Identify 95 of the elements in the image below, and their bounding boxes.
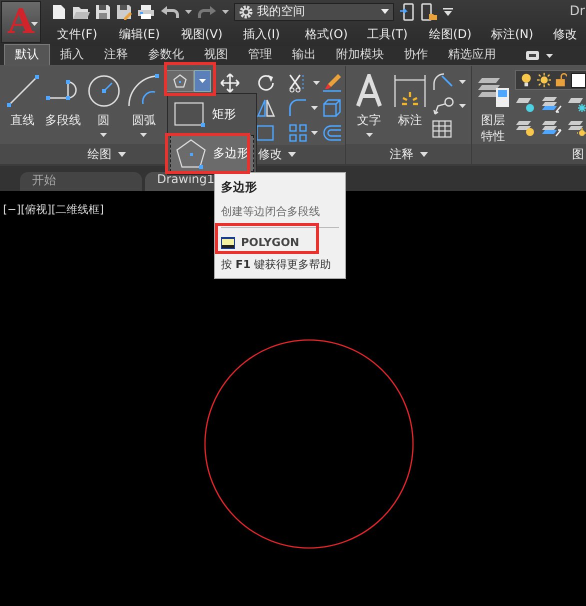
lightbulb-icon (520, 72, 533, 88)
caret-icon[interactable] (222, 10, 229, 14)
caret-icon[interactable] (185, 10, 192, 14)
layer-sun-icon[interactable] (567, 120, 586, 138)
circle-icon (86, 74, 121, 108)
array-icon[interactable] (288, 122, 308, 142)
table-icon[interactable] (432, 120, 452, 138)
caret-icon (100, 133, 108, 137)
ribbon-tab[interactable]: 输出 (282, 45, 326, 65)
ribbon-tool-button[interactable]: 多段线 (44, 70, 82, 144)
save-icon[interactable] (95, 4, 111, 20)
caret-icon (381, 9, 389, 14)
line-icon (6, 74, 40, 108)
menu-item[interactable]: 工具(T) (367, 26, 429, 42)
rotate-icon[interactable] (256, 72, 276, 92)
pentagon-icon (175, 138, 207, 168)
menu-item[interactable]: 编辑(E) (119, 26, 181, 42)
rectangle-icon (174, 102, 206, 128)
phone-folder-icon[interactable] (420, 2, 438, 20)
workspace-dropdown[interactable]: 我的空间 (234, 2, 394, 20)
customize-caret-icon[interactable] (443, 8, 453, 16)
sun-icon (536, 72, 551, 88)
ribbon-tool-button[interactable]: 圆弧 (125, 70, 163, 144)
ribbon-tab[interactable]: 管理 (238, 45, 282, 65)
caret-icon (366, 133, 372, 137)
ribbon-tool-button[interactable]: 标注 (391, 70, 429, 144)
layer-bulb-icon[interactable] (515, 96, 537, 114)
command-name: POLYGON (241, 236, 300, 249)
leader-icon[interactable] (432, 96, 456, 116)
ribbon-tab[interactable]: 插入 (50, 45, 94, 65)
pentagon-icon (172, 73, 188, 89)
viewport-label[interactable]: [−][俯视][二维线框] (3, 202, 104, 217)
panel-title[interactable]: 图 (572, 146, 584, 163)
panel-title[interactable]: 绘图 (88, 146, 112, 162)
layer-state-bar[interactable] (515, 70, 586, 90)
menu-item[interactable]: 视图(V) (181, 26, 243, 42)
layer-snowflake-icon[interactable] (567, 96, 586, 114)
ribbon-tool-button[interactable]: 圆 (84, 70, 122, 144)
menu-item[interactable]: 修改 (553, 26, 586, 42)
dimension-icon (393, 74, 427, 108)
flyout-item[interactable]: 矩形 (170, 96, 254, 133)
color-swatch (571, 72, 586, 88)
ribbon-tab[interactable]: 协作 (394, 45, 438, 65)
help-hint: 按 F1 键获得更多帮助 (221, 257, 332, 272)
highlight-frame (164, 62, 216, 96)
stretch-icon[interactable] (256, 122, 276, 142)
new-file-icon[interactable] (51, 4, 67, 20)
mirror-icon[interactable] (256, 98, 276, 118)
ribbon-tab[interactable]: 附加模块 (326, 45, 394, 65)
ribbon-tab[interactable]: 视图 (194, 45, 238, 65)
caret-icon[interactable] (313, 80, 320, 84)
printer-icon[interactable] (137, 4, 155, 20)
eraser-icon[interactable] (322, 72, 342, 92)
layer-arrow-icon[interactable] (541, 96, 563, 114)
ribbon-tab[interactable]: 精选应用 (438, 45, 506, 65)
ribbon-tab[interactable]: 注释 (94, 45, 138, 65)
cube-icon[interactable] (322, 98, 342, 118)
ribbon-tool-button[interactable]: 文字 (350, 70, 388, 144)
menu-item[interactable]: 插入(I) (243, 26, 305, 42)
menu-item[interactable]: 文件(F) (57, 26, 119, 42)
offset-icon[interactable] (322, 122, 342, 142)
caret-icon[interactable] (459, 104, 466, 108)
gear-icon (239, 4, 253, 18)
window-title: Dr (570, 4, 585, 19)
ribbon-tab[interactable]: 默认 (4, 44, 50, 65)
caret-icon (140, 133, 148, 137)
panel-title[interactable]: 注释 (390, 146, 414, 162)
caret-icon[interactable] (118, 152, 126, 156)
layer-arrow-icon[interactable] (541, 120, 563, 138)
caret-icon[interactable] (420, 152, 428, 156)
phone-share-icon[interactable] (399, 2, 415, 20)
fillet-icon[interactable] (288, 98, 308, 118)
panel-icon (526, 51, 542, 61)
undo-icon[interactable] (160, 4, 180, 18)
caret-icon[interactable] (311, 106, 318, 110)
save-as-icon[interactable] (116, 4, 132, 20)
caret-icon (199, 79, 206, 83)
document-tab[interactable]: 开始 (20, 172, 142, 191)
menu-item[interactable]: 绘图(D) (429, 26, 491, 42)
caret-icon[interactable] (288, 152, 296, 157)
menu-item[interactable]: 标注(N) (491, 26, 553, 42)
ribbon-tool-button[interactable]: 图层特性 (476, 70, 510, 144)
ribbon-tab[interactable]: 参数化 (138, 45, 194, 65)
menu-item[interactable]: 格式(O) (305, 26, 367, 42)
move-icon[interactable] (220, 72, 240, 92)
panel-title[interactable]: 修改 (258, 146, 282, 163)
redo-icon[interactable] (197, 4, 217, 18)
unlocked-padlock-icon (554, 72, 568, 88)
layer-bulb-icon[interactable] (515, 120, 537, 138)
caret-icon (546, 54, 553, 58)
caret-icon[interactable] (311, 130, 318, 134)
ribbon-tool-button[interactable]: 直线 (4, 70, 42, 144)
caret-icon[interactable] (459, 80, 466, 84)
polygon-split-button[interactable] (166, 70, 211, 92)
arc-icon (126, 74, 161, 108)
